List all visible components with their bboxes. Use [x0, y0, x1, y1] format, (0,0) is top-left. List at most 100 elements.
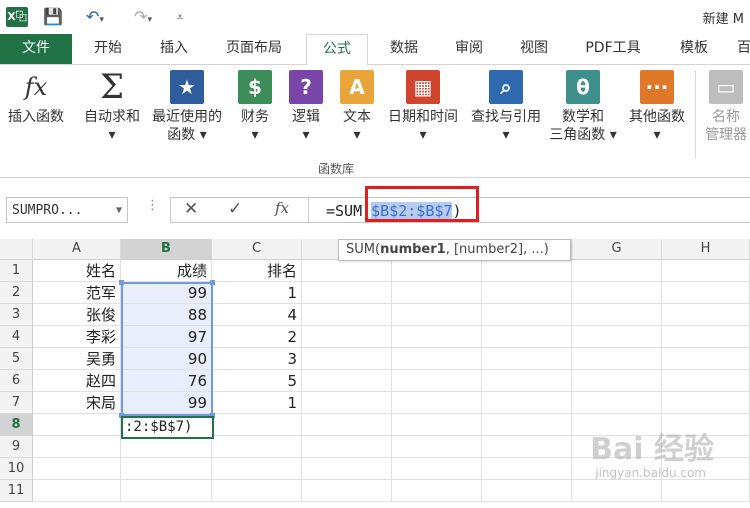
cell[interactable]	[302, 480, 392, 502]
cell[interactable]	[662, 480, 750, 502]
ribbon-button-4[interactable]: ? 逻辑 ▾	[283, 70, 329, 144]
undo-icon[interactable]: ↶▾	[80, 6, 110, 28]
cell[interactable]	[392, 304, 482, 326]
cell[interactable]	[33, 436, 121, 458]
cell[interactable]	[572, 260, 662, 282]
column-header[interactable]: B	[121, 239, 212, 260]
cell[interactable]: 4	[212, 304, 302, 326]
cell[interactable]	[302, 348, 392, 370]
cell[interactable]: 3	[212, 348, 302, 370]
cell[interactable]: 范军	[33, 282, 121, 304]
cell[interactable]	[482, 480, 572, 502]
cell[interactable]	[392, 480, 482, 502]
ribbon-button-1[interactable]: Σ 自动求和 ▾	[80, 70, 144, 144]
cell[interactable]: 赵四	[33, 370, 121, 392]
cell[interactable]	[482, 436, 572, 458]
tab-7[interactable]: PDF工具	[573, 34, 653, 64]
row-header[interactable]: 8	[0, 414, 33, 436]
cancel-icon[interactable]: ✕	[184, 199, 198, 219]
insert-function-icon[interactable]: fx	[275, 199, 289, 217]
select-all-corner[interactable]	[0, 239, 33, 260]
redo-icon[interactable]: ↷▾	[128, 6, 158, 28]
customize-toolbar-icon[interactable]: ⩡	[172, 6, 188, 28]
save-icon[interactable]: 💾	[42, 6, 64, 28]
cell[interactable]	[572, 282, 662, 304]
cell[interactable]	[392, 392, 482, 414]
cell[interactable]	[662, 304, 750, 326]
cell[interactable]: 1	[212, 392, 302, 414]
name-box-dropdown-icon[interactable]: ▼	[116, 198, 122, 224]
cell[interactable]	[302, 304, 392, 326]
cell[interactable]	[121, 436, 212, 458]
cell[interactable]	[482, 260, 572, 282]
cell[interactable]	[482, 304, 572, 326]
cell[interactable]	[482, 348, 572, 370]
cell[interactable]	[33, 414, 121, 436]
cell[interactable]: 5	[212, 370, 302, 392]
ribbon-button-2[interactable]: ★ 最近使用的 函数 ▾	[148, 70, 226, 144]
cell[interactable]	[302, 436, 392, 458]
cell[interactable]	[302, 282, 392, 304]
cell[interactable]	[572, 392, 662, 414]
cell[interactable]	[302, 414, 392, 436]
cell[interactable]	[482, 326, 572, 348]
cell[interactable]	[392, 436, 482, 458]
cell[interactable]	[572, 370, 662, 392]
cell[interactable]: 成绩	[121, 260, 212, 282]
cell[interactable]	[572, 304, 662, 326]
column-header[interactable]: A	[33, 239, 121, 260]
cell[interactable]: 2	[212, 326, 302, 348]
cell[interactable]	[572, 348, 662, 370]
column-header[interactable]: C	[212, 239, 302, 260]
cell[interactable]	[302, 326, 392, 348]
cell[interactable]	[482, 370, 572, 392]
cell[interactable]	[212, 458, 302, 480]
cell[interactable]	[33, 458, 121, 480]
cell[interactable]	[662, 370, 750, 392]
cell[interactable]	[482, 282, 572, 304]
tab-9[interactable]: 百	[734, 34, 750, 64]
row-header[interactable]: 5	[0, 348, 33, 370]
cell[interactable]	[212, 436, 302, 458]
cell[interactable]	[212, 480, 302, 502]
name-box[interactable]: SUMPRO... ▼	[6, 197, 128, 223]
tab-1[interactable]: 插入	[146, 34, 202, 64]
cell[interactable]	[121, 458, 212, 480]
cell[interactable]	[482, 392, 572, 414]
cell[interactable]	[572, 480, 662, 502]
row-header[interactable]: 11	[0, 480, 33, 502]
cell[interactable]	[121, 480, 212, 502]
cell[interactable]	[392, 326, 482, 348]
tab-file[interactable]: 文件	[0, 34, 72, 64]
cell[interactable]	[302, 260, 392, 282]
ribbon-button-0[interactable]: fx 插入函数	[2, 70, 70, 126]
tab-3[interactable]: 公式	[306, 34, 368, 66]
column-header[interactable]: H	[662, 239, 750, 260]
cell[interactable]	[482, 414, 572, 436]
range-handle[interactable]	[119, 280, 124, 285]
cell[interactable]	[662, 260, 750, 282]
tab-2[interactable]: 页面布局	[213, 34, 295, 64]
cell[interactable]	[392, 282, 482, 304]
tab-0[interactable]: 开始	[80, 34, 136, 64]
row-header[interactable]: 10	[0, 458, 33, 480]
cell[interactable]	[392, 414, 482, 436]
cell[interactable]	[212, 414, 302, 436]
cell[interactable]: 吴勇	[33, 348, 121, 370]
ribbon-button-10[interactable]: ▭ 名称 管理器	[702, 70, 750, 144]
cell[interactable]	[662, 282, 750, 304]
ribbon-button-6[interactable]: ▦ 日期和时间 ▾	[383, 70, 463, 144]
ribbon-button-9[interactable]: ··· 其他函数 ▾	[622, 70, 692, 144]
editing-cell-b8[interactable]: :2:$B$7)	[121, 416, 214, 439]
cell[interactable]	[662, 348, 750, 370]
tab-8[interactable]: 模板	[666, 34, 722, 64]
cell[interactable]	[392, 348, 482, 370]
row-header[interactable]: 4	[0, 326, 33, 348]
confirm-icon[interactable]: ✓	[228, 199, 242, 219]
row-header[interactable]: 3	[0, 304, 33, 326]
tab-5[interactable]: 审阅	[441, 34, 497, 64]
cell[interactable]: 姓名	[33, 260, 121, 282]
row-header[interactable]: 6	[0, 370, 33, 392]
ribbon-button-3[interactable]: $ 财务 ▾	[230, 70, 280, 144]
cell[interactable]	[482, 458, 572, 480]
